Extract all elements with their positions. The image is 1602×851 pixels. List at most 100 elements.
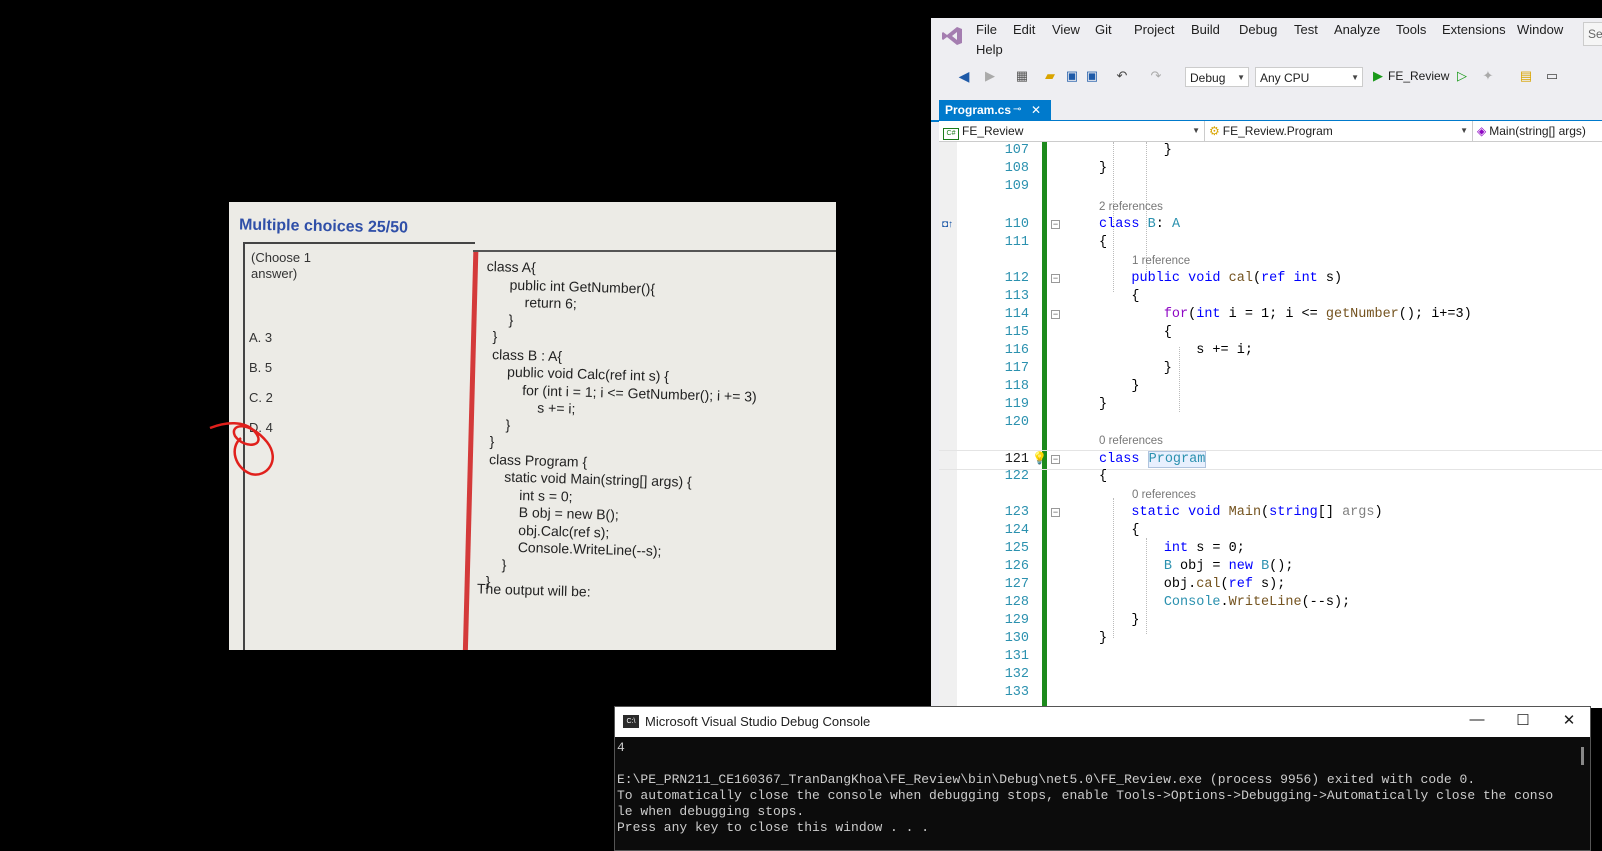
collapse-icon[interactable]: −: [1051, 508, 1060, 517]
menu-help[interactable]: Help: [976, 42, 1003, 57]
member-dropdown[interactable]: ◈ Main(string[] args): [1473, 121, 1602, 141]
save-icon[interactable]: ▣: [1065, 69, 1079, 83]
code-text: public void cal(ref int s): [1131, 271, 1343, 286]
collapse-icon[interactable]: −: [1051, 274, 1060, 283]
menu-edit[interactable]: Edit: [1013, 22, 1035, 37]
code-text: class B: A: [1099, 217, 1181, 232]
console-app-icon: C:\: [623, 715, 639, 728]
code-line: 109: [1004, 179, 1029, 194]
project-dropdown[interactable]: C# FE_Review ▼: [939, 121, 1205, 141]
codelens-references[interactable]: 0 references: [1132, 488, 1196, 502]
undo-icon[interactable]: ↶: [1115, 69, 1129, 83]
code-text: {: [1099, 325, 1172, 340]
code-text: }: [1099, 613, 1140, 628]
console-output: 4 E:\PE_PRN211_CE160367_TranDangKhoa\FE_…: [617, 740, 1554, 835]
close-tab-icon[interactable]: ✕: [1031, 100, 1041, 120]
solution-explorer-icon[interactable]: ▤: [1519, 69, 1533, 83]
collapse-icon[interactable]: −: [1051, 310, 1060, 319]
photo-choose-label: (Choose 1 answer): [251, 250, 311, 281]
menu-window[interactable]: Window: [1517, 22, 1563, 37]
code-line: 117 }: [1004, 361, 1172, 376]
menu-view[interactable]: View: [1052, 22, 1080, 37]
menu-git[interactable]: Git: [1095, 22, 1112, 37]
code-text: for(int i = 1; i <= getNumber(); i+=3): [1163, 307, 1472, 322]
code-editor[interactable]: 107 } 108} 109 2 references ◘↑ 110− clas…: [939, 142, 1602, 708]
collapse-icon[interactable]: −: [1051, 455, 1060, 464]
code-line: 120: [1004, 415, 1029, 430]
lightbulb-icon[interactable]: 💡: [1032, 451, 1047, 465]
class-icon: ⚙: [1209, 124, 1220, 138]
platform-select[interactable]: Any CPU ▼: [1255, 67, 1363, 87]
code-line: 118 }: [1004, 379, 1140, 394]
console-title-bar[interactable]: C:\ Microsoft Visual Studio Debug Consol…: [615, 707, 1590, 737]
code-line: 124 {: [1004, 523, 1140, 538]
toolbar: ◀ ▶ ▦ ▰ ▣ ▣ ↶ ↷ Debug ▼ Any CPU ▼ ▶ FE_Rev…: [931, 60, 1602, 94]
code-line: 125 int s = 0;: [1004, 541, 1245, 556]
code-text: {: [1099, 235, 1108, 250]
code-line: 122{: [1004, 469, 1108, 484]
new-project-icon[interactable]: ▦: [1015, 69, 1029, 83]
save-all-icon[interactable]: ▣: [1085, 69, 1099, 83]
photo-code: class A{ public int GetNumber(){ return …: [477, 258, 757, 590]
chevron-down-icon: ▼: [1460, 126, 1468, 135]
code-line: 108}: [1004, 161, 1108, 176]
code-line: 113 {: [1004, 289, 1140, 304]
menu-tools[interactable]: Tools: [1396, 22, 1426, 37]
code-line: 131: [1004, 649, 1029, 664]
maximize-icon[interactable]: ☐: [1508, 711, 1538, 729]
debug-console-window: C:\ Microsoft Visual Studio Debug Consol…: [614, 706, 1591, 851]
code-line: ◘↑ 110− class B: A: [942, 217, 1181, 232]
open-folder-icon[interactable]: ▰: [1043, 69, 1057, 83]
code-line: 133: [1004, 685, 1029, 700]
chevron-down-icon: ▼: [1237, 73, 1245, 82]
menu-project[interactable]: Project: [1134, 22, 1174, 37]
code-text: class Program: [1099, 451, 1207, 468]
hot-reload-icon[interactable]: ✦: [1481, 69, 1495, 83]
menu-file[interactable]: File: [976, 22, 997, 37]
photo-option-a: A. 3: [249, 330, 273, 345]
menu-build[interactable]: Build: [1191, 22, 1220, 37]
menu-debug[interactable]: Debug: [1239, 22, 1277, 37]
exam-photo: Multiple choices 25/50 (Choose 1 answer)…: [229, 202, 836, 650]
code-text: s += i;: [1099, 343, 1253, 358]
code-text: }: [1099, 397, 1108, 412]
code-line: 128 Console.WriteLine(--s);: [1004, 595, 1351, 610]
redo-icon[interactable]: ↷: [1149, 69, 1163, 83]
console-scrollbar[interactable]: [1581, 747, 1584, 765]
forward-icon[interactable]: ▶: [983, 69, 997, 83]
navigation-bar: C# FE_Review ▼ ⚙ FE_Review.Program ▼ ◈ Main…: [939, 121, 1602, 142]
visual-studio-logo-icon: [942, 27, 962, 45]
codelens-references[interactable]: 1 reference: [1132, 254, 1190, 268]
photo-option-c: C. 2: [249, 390, 273, 405]
code-line: 119}: [1004, 397, 1108, 412]
console-title: Microsoft Visual Studio Debug Console: [645, 714, 871, 729]
pin-icon[interactable]: ⊸: [1013, 100, 1021, 120]
code-text: }: [1099, 361, 1172, 376]
window-layout-icon[interactable]: ▭: [1545, 69, 1559, 83]
configuration-select[interactable]: Debug ▼: [1185, 67, 1249, 87]
code-text: {: [1099, 289, 1140, 304]
menu-test[interactable]: Test: [1294, 22, 1318, 37]
code-line: 112− public void cal(ref int s): [1004, 271, 1343, 286]
code-line-current: 121 💡 − class Program: [939, 450, 1602, 470]
search-input[interactable]: Sea: [1583, 22, 1602, 46]
back-icon[interactable]: ◀: [957, 69, 971, 83]
start-without-debug-icon[interactable]: ▷: [1455, 69, 1469, 83]
run-target-button[interactable]: FE_Review: [1388, 69, 1449, 83]
menu-extensions[interactable]: Extensions: [1442, 22, 1506, 37]
collapse-icon[interactable]: −: [1051, 220, 1060, 229]
code-line: 107 }: [1004, 143, 1172, 158]
code-line: 126 B obj = new B();: [1004, 559, 1294, 574]
tab-program-cs[interactable]: Program.cs ⊸ ✕: [939, 100, 1051, 120]
start-debug-icon[interactable]: ▶: [1371, 69, 1385, 83]
code-line: 114− for(int i = 1; i <= getNumber(); i+…: [1004, 307, 1472, 322]
code-text: {: [1099, 523, 1140, 538]
code-text: }: [1099, 161, 1108, 176]
menu-analyze[interactable]: Analyze: [1334, 22, 1380, 37]
codelens-references[interactable]: 0 references: [1099, 434, 1163, 448]
close-icon[interactable]: ✕: [1554, 711, 1584, 729]
document-tab-bar: Program.cs ⊸ ✕: [931, 100, 1602, 122]
minimize-icon[interactable]: —: [1462, 711, 1492, 728]
type-dropdown[interactable]: ⚙ FE_Review.Program ▼: [1205, 121, 1473, 141]
codelens-references[interactable]: 2 references: [1099, 200, 1163, 214]
